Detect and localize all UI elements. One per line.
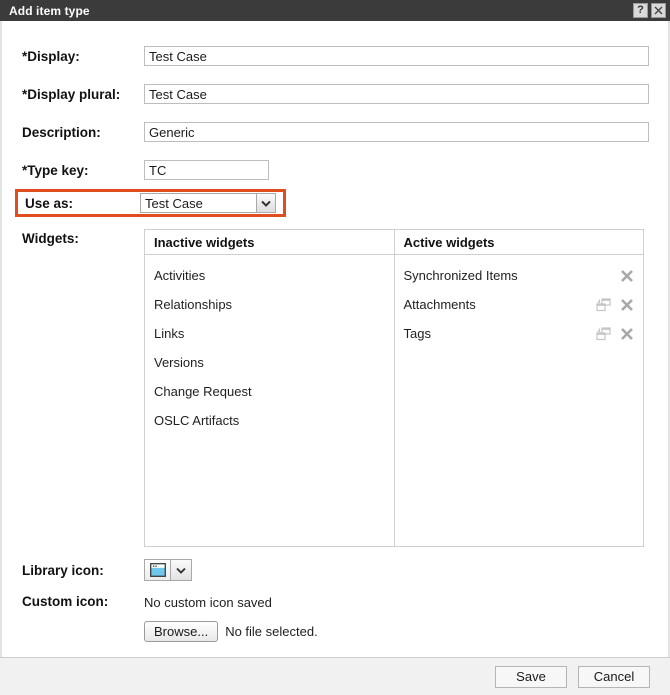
display-field-wrap (144, 46, 649, 66)
display-label: *Display: (22, 49, 144, 64)
widget-label: Tags (404, 326, 596, 341)
library-icon-preview-button[interactable] (144, 559, 171, 581)
field-row-display-plural: *Display plural: (22, 79, 648, 109)
list-item[interactable]: OSLC Artifacts (145, 406, 394, 435)
display-plural-label: *Display plural: (22, 87, 144, 102)
use-as-highlight: Use as: Test Case (15, 189, 286, 217)
library-icon-label: Library icon: (22, 563, 144, 578)
move-widget-icon[interactable] (595, 326, 611, 342)
use-as-select[interactable]: Test Case (140, 193, 276, 213)
display-input[interactable] (144, 46, 649, 66)
widget-label: Attachments (404, 297, 596, 312)
file-picker-row: Browse... No file selected. (144, 621, 458, 642)
dialog-body: *Display: *Display plural: Description: (0, 21, 670, 657)
use-as-label: Use as: (25, 196, 140, 211)
use-as-dropdown-button[interactable] (256, 194, 275, 212)
cancel-button[interactable]: Cancel (578, 666, 650, 688)
library-icon-picker[interactable] (144, 559, 192, 581)
dialog-title: Add item type (9, 4, 633, 18)
window-icon (150, 563, 166, 577)
list-item[interactable]: Attachments (395, 290, 644, 319)
widget-label: Change Request (154, 384, 386, 399)
field-row-display: *Display: (22, 41, 648, 71)
list-item[interactable]: Links (145, 319, 394, 348)
use-as-selected-value: Test Case (141, 194, 256, 212)
list-item[interactable]: Change Request (145, 377, 394, 406)
question-mark-icon: ? (637, 5, 644, 16)
custom-icon-label: Custom icon: (22, 594, 144, 657)
description-field-wrap (144, 122, 649, 142)
list-item[interactable]: Tags (395, 319, 644, 348)
add-item-type-dialog: Add item type ? *Display: *D (0, 0, 670, 695)
field-row-library-icon: Library icon: (22, 559, 648, 581)
description-input[interactable] (144, 122, 649, 142)
remove-widget-icon[interactable] (619, 297, 635, 313)
widget-label: Links (154, 326, 386, 341)
chevron-down-icon (261, 200, 271, 207)
description-label: Description: (22, 125, 144, 140)
close-button[interactable] (651, 3, 666, 18)
close-icon (654, 6, 663, 15)
remove-widget-icon[interactable] (619, 268, 635, 284)
widget-label: Synchronized Items (404, 268, 596, 283)
field-row-custom-icon: Custom icon: No custom icon saved Browse… (22, 594, 648, 657)
widgets-table: Inactive widgets Activities Relationship… (144, 229, 644, 547)
widgets-label: Widgets: (22, 229, 144, 246)
inactive-widgets-list: Activities Relationships Links Versions (145, 255, 394, 546)
browse-button[interactable]: Browse... (144, 621, 218, 642)
file-hint-text: The file chosen must be a .png and 16x16… (175, 656, 458, 657)
dialog-footer: Save Cancel (0, 657, 670, 695)
type-key-input[interactable] (144, 160, 269, 180)
field-row-widgets: Widgets: Inactive widgets Activities Rel… (22, 229, 648, 547)
list-item[interactable]: Versions (145, 348, 394, 377)
type-key-field-wrap (144, 160, 648, 180)
help-button[interactable]: ? (633, 3, 648, 18)
list-item[interactable]: Synchronized Items (395, 261, 644, 290)
field-row-description: Description: (22, 117, 648, 147)
active-widgets-list: Synchronized Items (395, 255, 644, 546)
widget-actions (595, 326, 635, 342)
list-item[interactable]: Activities (145, 261, 394, 290)
file-status-text: No file selected. (225, 623, 318, 641)
custom-icon-content: No custom icon saved Browse... No file s… (144, 594, 458, 657)
active-widgets-header: Active widgets (395, 230, 644, 255)
move-widget-icon[interactable] (595, 297, 611, 313)
widget-label: OSLC Artifacts (154, 413, 386, 428)
chevron-down-icon (176, 567, 186, 574)
field-row-type-key: *Type key: (22, 155, 648, 185)
titlebar-buttons: ? (633, 3, 666, 18)
file-hint-row: i The file chosen must be a .png and 16x… (156, 656, 458, 657)
library-icon-dropdown-button[interactable] (171, 559, 192, 581)
display-plural-field-wrap (144, 84, 649, 104)
custom-icon-status: No custom icon saved (144, 594, 458, 612)
active-widgets-column: Active widgets Synchronized Items (395, 230, 644, 546)
dialog-titlebar: Add item type ? (0, 0, 670, 21)
widget-label: Versions (154, 355, 386, 370)
save-button[interactable]: Save (495, 666, 567, 688)
list-item[interactable]: Relationships (145, 290, 394, 319)
display-plural-input[interactable] (144, 84, 649, 104)
inactive-widgets-header: Inactive widgets (145, 230, 394, 255)
widget-actions (595, 268, 635, 284)
type-key-label: *Type key: (22, 163, 144, 178)
inactive-widgets-column: Inactive widgets Activities Relationship… (145, 230, 395, 546)
widget-label: Activities (154, 268, 386, 283)
remove-widget-icon[interactable] (619, 326, 635, 342)
widget-label: Relationships (154, 297, 386, 312)
widget-actions (595, 297, 635, 313)
form-area: *Display: *Display plural: Description: (2, 21, 668, 657)
